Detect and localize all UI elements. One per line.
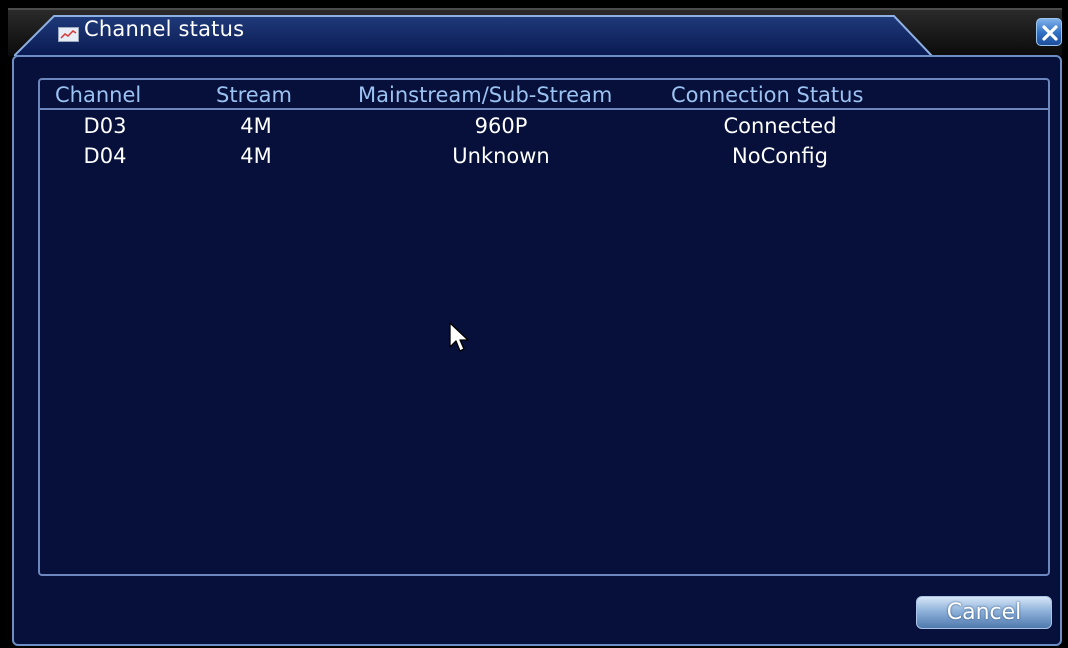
table-row[interactable]: D03 4M 960P Connected bbox=[40, 112, 1048, 142]
cell-stream: 4M bbox=[240, 144, 272, 168]
mouse-cursor-icon bbox=[449, 322, 469, 352]
cell-mainstream-substream: Unknown bbox=[452, 144, 550, 168]
cell-channel: D04 bbox=[83, 144, 127, 168]
table-header: Channel Stream Mainstream/Sub-Stream Con… bbox=[40, 80, 1048, 110]
cell-mainstream-substream: 960P bbox=[474, 114, 528, 138]
header-channel: Channel bbox=[55, 83, 142, 107]
cancel-button[interactable]: Cancel bbox=[916, 596, 1052, 629]
close-icon bbox=[1042, 25, 1058, 41]
window-title: Channel status bbox=[84, 17, 245, 41]
header-mainstream-substream: Mainstream/Sub-Stream bbox=[358, 83, 613, 107]
header-connection-status: Connection Status bbox=[671, 83, 864, 107]
cell-connection-status: NoConfig bbox=[732, 144, 828, 168]
chart-icon bbox=[58, 27, 79, 42]
table-row[interactable]: D04 4M Unknown NoConfig bbox=[40, 142, 1048, 172]
header-stream: Stream bbox=[216, 83, 292, 107]
channel-status-window: Channel status Channel Stream Mainstream… bbox=[0, 0, 1068, 648]
channel-status-table: Channel Stream Mainstream/Sub-Stream Con… bbox=[38, 78, 1050, 576]
cell-stream: 4M bbox=[240, 114, 272, 138]
cell-connection-status: Connected bbox=[723, 114, 837, 138]
cell-channel: D03 bbox=[83, 114, 127, 138]
cancel-button-label: Cancel bbox=[946, 600, 1022, 625]
close-button[interactable] bbox=[1036, 18, 1062, 46]
